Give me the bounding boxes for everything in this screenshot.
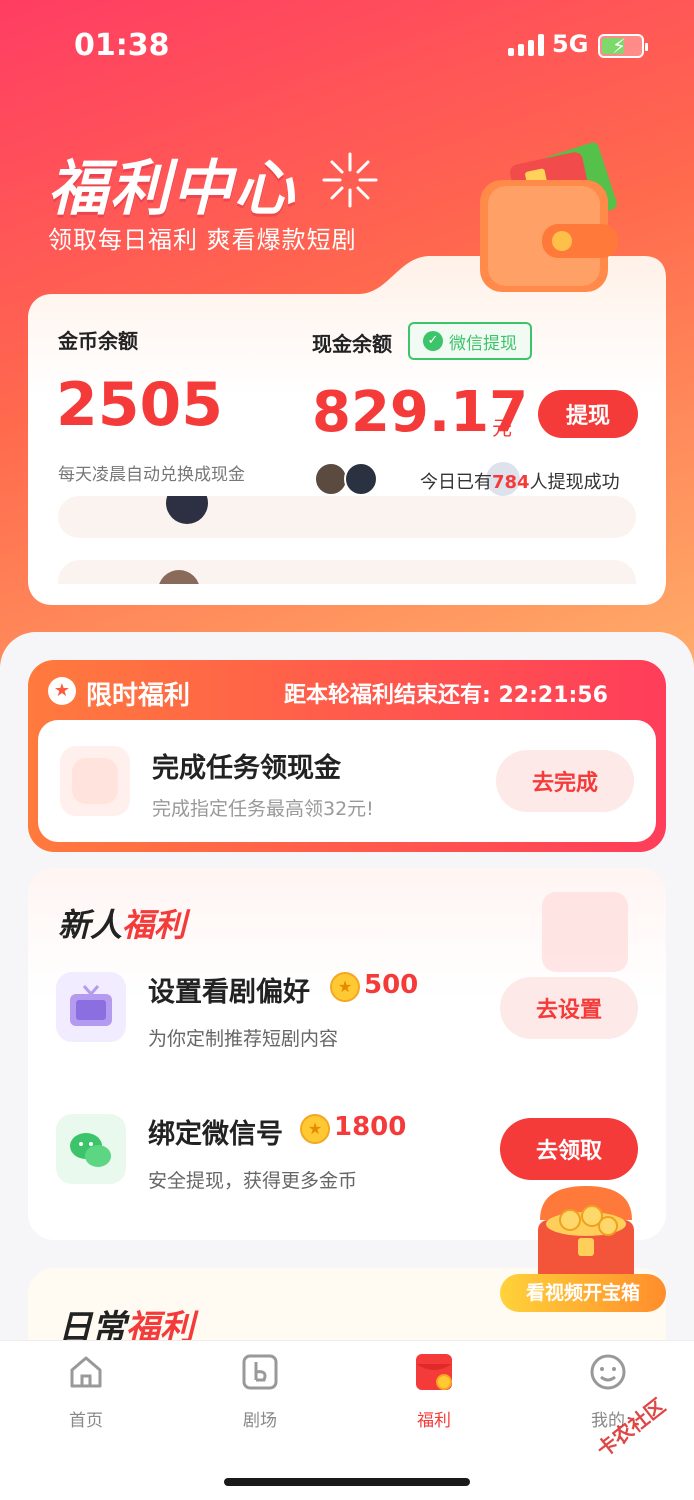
tab-label: 剧场 xyxy=(243,1411,277,1431)
withdraw-button[interactable]: 提现 xyxy=(538,390,638,438)
coin-balance-label: 金币余额 xyxy=(58,329,138,353)
coin-icon: ★ xyxy=(300,1114,330,1144)
tab-theater[interactable]: 剧场 xyxy=(210,1352,310,1431)
star-icon: ★ xyxy=(48,677,76,705)
network-type: 5G xyxy=(552,30,589,58)
task-description: 完成指定任务最高领32元! xyxy=(152,798,374,820)
smile-icon xyxy=(590,1354,626,1390)
avatar xyxy=(314,462,348,496)
theater-icon xyxy=(242,1354,278,1390)
wechat-withdraw-label: 微信提现 xyxy=(449,333,517,354)
signal-icon xyxy=(508,34,544,56)
set-preference-button[interactable]: 去设置 xyxy=(500,977,638,1039)
complete-task-button[interactable]: 去完成 xyxy=(496,750,634,812)
preference-description: 为你定制推荐短剧内容 xyxy=(148,1028,339,1050)
status-bar: 01:38 5G ⚡ xyxy=(0,0,694,90)
red-envelope-icon xyxy=(416,1354,452,1390)
wallet-illustration xyxy=(480,142,618,292)
ticker-row xyxy=(58,560,636,584)
check-icon: ✓ xyxy=(423,331,443,351)
tab-home[interactable]: 首页 xyxy=(36,1352,136,1431)
preference-reward: 500 xyxy=(364,970,419,1000)
coin-icon: ★ xyxy=(330,972,360,1002)
open-chest-button[interactable]: 看视频开宝箱 xyxy=(500,1274,666,1312)
task-title: 完成任务领现金 xyxy=(152,753,341,784)
coin-exchange-note: 每天凌晨自动兑换成现金 xyxy=(58,465,245,485)
home-indicator xyxy=(224,1478,470,1486)
sparkle-icon xyxy=(322,152,378,208)
red-envelope-icon xyxy=(542,892,628,972)
page-title: 福利中心 xyxy=(48,154,296,224)
avatar-group xyxy=(314,462,384,496)
home-icon xyxy=(70,1356,102,1388)
preference-item-title: 设置看剧偏好 xyxy=(148,977,310,1008)
limited-benefit-title: 限时福利 xyxy=(86,681,191,711)
tab-label: 福利 xyxy=(417,1411,451,1431)
wechat-bind-title: 绑定微信号 xyxy=(148,1119,283,1150)
avatar xyxy=(344,462,378,496)
battery-icon: ⚡ xyxy=(598,34,648,58)
status-time: 01:38 xyxy=(74,28,170,63)
wechat-withdraw-tag[interactable]: ✓ 微信提现 xyxy=(408,322,532,360)
coin-balance-value: 2505 xyxy=(56,370,223,440)
today-withdraw-text: 今日已有784人提现成功 xyxy=(420,472,620,493)
tab-benefits[interactable]: 福利 xyxy=(384,1352,484,1431)
cash-balance-label: 现金余额 xyxy=(312,332,392,356)
tv-icon xyxy=(56,972,126,1042)
money-bag-icon xyxy=(60,746,130,816)
cash-unit: 元 xyxy=(492,416,512,440)
claim-wechat-button[interactable]: 去领取 xyxy=(500,1118,638,1180)
wechat-icon xyxy=(56,1114,126,1184)
wechat-bind-description: 安全提现，获得更多金币 xyxy=(148,1170,358,1192)
wechat-bind-reward: 1800 xyxy=(334,1112,407,1142)
countdown-text: 距本轮福利结束还有: 22:21:56 xyxy=(284,683,608,708)
ticker-row xyxy=(58,496,636,538)
newbie-section-title: 新人福利 xyxy=(58,906,187,944)
tab-label: 首页 xyxy=(69,1411,103,1431)
